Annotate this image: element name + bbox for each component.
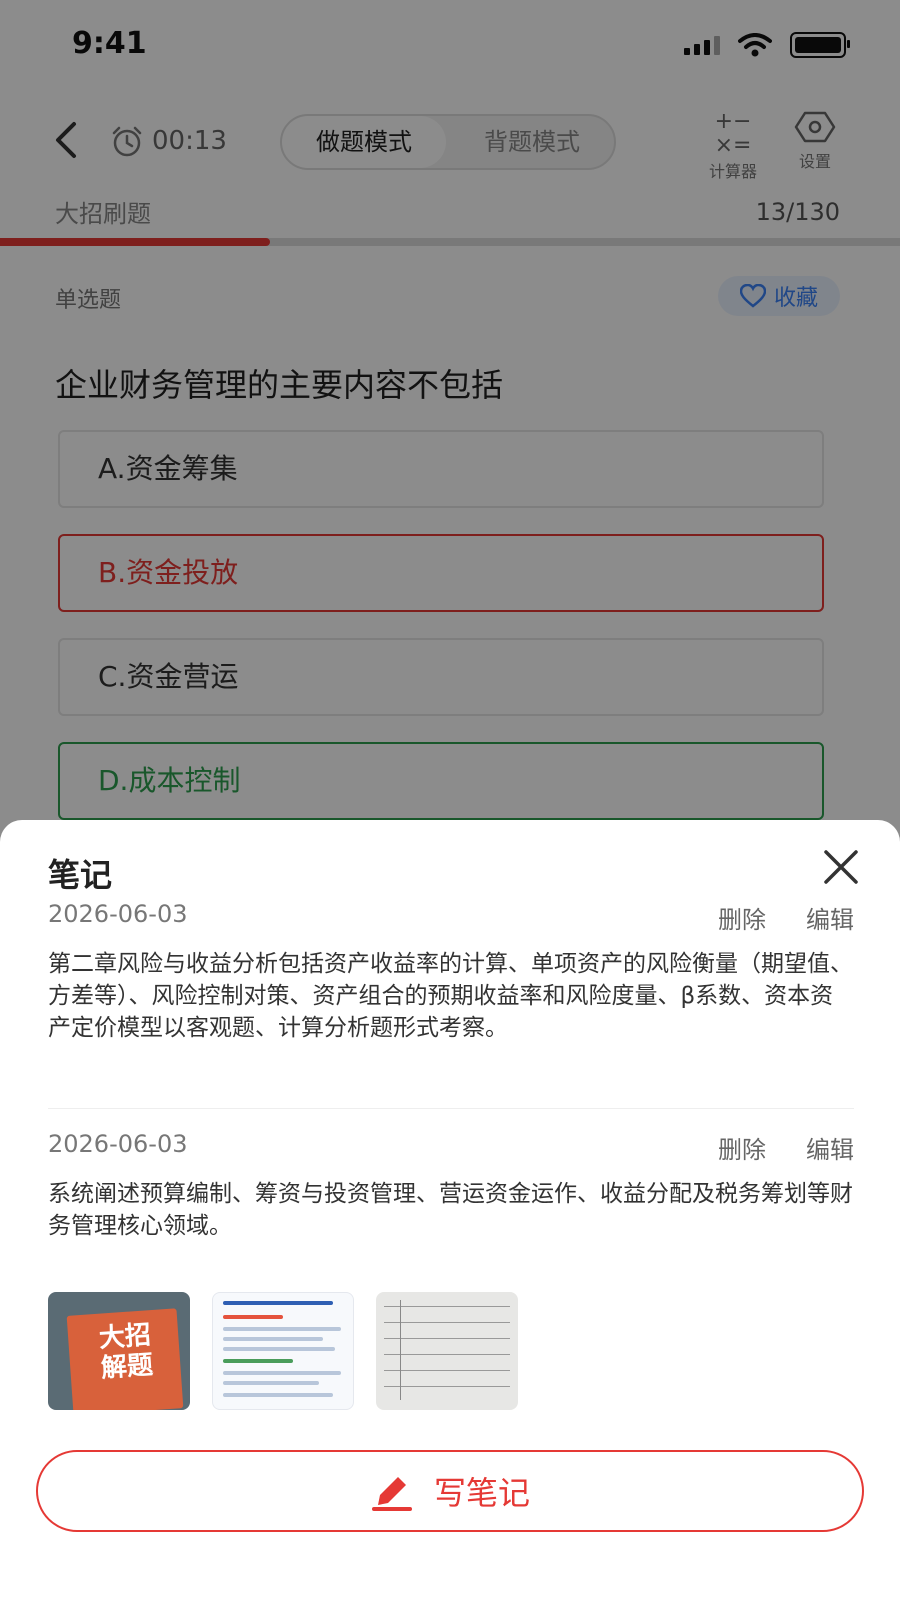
write-note-button[interactable]: 写笔记 xyxy=(36,1450,864,1532)
notes-title: 笔记 xyxy=(48,856,113,894)
note-item: 2026-06-03 删除 编辑 系统阐述预算编制、筹资与投资管理、营运资金运作… xyxy=(48,1130,854,1260)
note-divider xyxy=(48,1108,854,1109)
note-item: 2026-06-03 删除 编辑 第二章风险与收益分析包括资产收益率的计算、单项… xyxy=(48,900,854,1080)
edit-button[interactable]: 编辑 xyxy=(806,1130,854,1165)
note-text: 第二章风险与收益分析包括资产收益率的计算、单项资产的风险衡量（期望值、方差等）、… xyxy=(48,951,853,1041)
write-note-label: 写笔记 xyxy=(433,1474,530,1512)
delete-button[interactable]: 删除 xyxy=(718,900,766,935)
note-image-list: 大招 解题 xyxy=(48,1292,518,1410)
note-date: 2026-06-03 xyxy=(48,900,188,928)
note-image-book[interactable]: 大招 解题 xyxy=(48,1292,190,1410)
edit-button[interactable]: 编辑 xyxy=(806,900,854,935)
note-image-document[interactable] xyxy=(212,1292,354,1410)
note-text: 系统阐述预算编制、筹资与投资管理、营运资金运作、收益分配及税务筹划等财务管理核心… xyxy=(48,1181,853,1239)
quiz-page: 9:41 00:13 做题模式 背题模式 +− ×= 计算器 设置 大招刷题 1… xyxy=(0,0,900,1600)
note-actions: 删除 编辑 xyxy=(718,900,854,935)
note-date: 2026-06-03 xyxy=(48,1130,188,1158)
note-actions: 删除 编辑 xyxy=(718,1130,854,1165)
pencil-icon xyxy=(371,1477,412,1511)
close-icon[interactable] xyxy=(822,848,860,886)
book-cover-text: 大招 解题 xyxy=(97,1320,155,1384)
note-image-handwriting[interactable] xyxy=(376,1292,518,1410)
delete-button[interactable]: 删除 xyxy=(718,1130,766,1165)
